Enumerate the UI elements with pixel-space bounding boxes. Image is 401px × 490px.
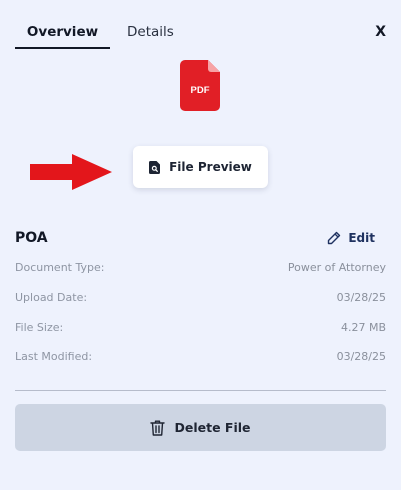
arrow-right-icon	[30, 154, 112, 190]
file-preview-label: File Preview	[169, 160, 252, 174]
file-search-icon	[149, 160, 161, 174]
pencil-icon	[328, 231, 341, 245]
last-modified-row: Last Modified: 03/28/25	[15, 347, 386, 365]
trash-icon	[150, 420, 166, 436]
close-button[interactable]: X	[375, 24, 386, 40]
field-label: Document Type:	[15, 260, 105, 274]
edit-label: Edit	[348, 231, 375, 245]
field-value: 4.27 MB	[340, 320, 386, 334]
document-type-row: Document Type: Power of Attorney	[15, 258, 386, 276]
tab-bar: Overview Details	[15, 0, 386, 52]
document-title: POA	[15, 230, 48, 246]
delete-file-button[interactable]: Delete File	[15, 404, 386, 451]
divider	[15, 390, 386, 391]
field-label: Last Modified:	[15, 349, 93, 363]
delete-file-label: Delete File	[174, 420, 251, 435]
field-label: File Size:	[15, 320, 64, 334]
file-size-row: File Size: 4.27 MB	[15, 318, 386, 336]
file-preview-button[interactable]: File Preview	[133, 146, 268, 188]
tab-details[interactable]: Details	[127, 24, 174, 40]
field-value: 03/28/25	[336, 290, 386, 304]
pdf-icon-text: PDF	[191, 85, 210, 96]
field-value: Power of Attorney	[287, 260, 386, 274]
upload-date-row: Upload Date: 03/28/25	[15, 288, 386, 306]
field-value: 03/28/25	[336, 349, 386, 363]
pdf-file-icon: PDF	[180, 60, 220, 111]
field-label: Upload Date:	[15, 290, 88, 304]
active-tab-indicator	[15, 47, 110, 49]
tab-overview[interactable]: Overview	[15, 24, 110, 40]
edit-button[interactable]: Edit	[327, 231, 375, 245]
